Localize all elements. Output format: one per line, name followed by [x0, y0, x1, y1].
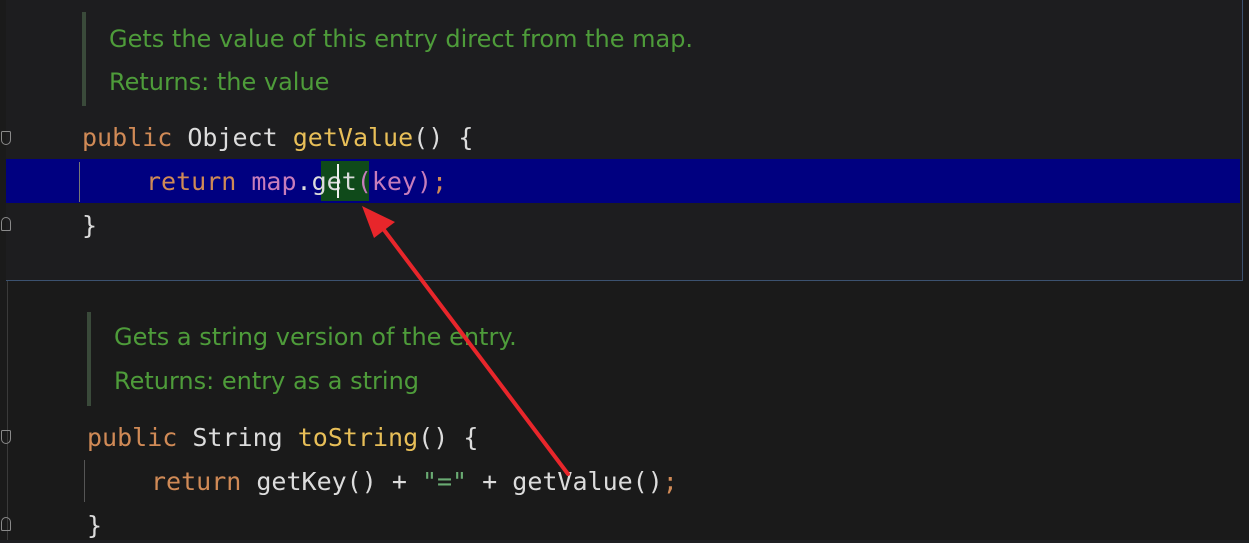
fold-icon[interactable] — [1, 430, 11, 444]
call-getvalue: getValue() — [512, 467, 663, 496]
fold-icon[interactable] — [1, 217, 11, 231]
call-getkey: getKey() — [256, 467, 377, 496]
doc-line-1: Gets a string version of the entry. — [114, 323, 517, 351]
method-get-part: g — [311, 167, 327, 196]
arguments: (key) — [356, 167, 433, 196]
keyword-return: return — [151, 467, 242, 496]
doc-comment-bar — [82, 12, 86, 106]
doc-comment-bar — [87, 312, 91, 406]
fold-icon[interactable] — [1, 517, 11, 531]
code-line-return-map-get[interactable]: return map.get(key); — [146, 165, 447, 199]
doc-line-1: Gets the value of this entry direct from… — [109, 25, 694, 53]
brace: } — [87, 511, 103, 540]
field-map: map — [251, 167, 297, 196]
doc-line-2: Returns: entry as a string — [114, 367, 420, 395]
semicolon: ; — [432, 167, 448, 196]
type-object: Object — [187, 123, 278, 152]
method-get-part: et — [326, 167, 357, 196]
operator-plus: + — [376, 467, 422, 496]
doc-line-2: Returns: the value — [109, 68, 330, 96]
code-line-closing-brace[interactable]: } — [87, 509, 102, 543]
brace: } — [82, 211, 98, 240]
code-line-closing-brace[interactable]: } — [82, 209, 97, 243]
method-getvalue: getValue — [292, 123, 414, 152]
punctuation: () { — [413, 123, 474, 152]
operator-plus: + — [467, 467, 513, 496]
indent-guide — [84, 460, 85, 502]
dot: . — [296, 167, 312, 196]
code-line-return-concat[interactable]: return getKey() + "=" + getValue(); — [151, 465, 678, 499]
text-caret — [337, 164, 339, 198]
semicolon: ; — [662, 467, 678, 496]
code-line-getvalue-signature[interactable]: public Object getValue() { — [82, 121, 473, 155]
method-tostring: toString — [297, 423, 419, 452]
keyword-public: public — [87, 423, 178, 452]
type-string: String — [192, 423, 283, 452]
fold-icon[interactable] — [1, 131, 11, 145]
punctuation: () { — [418, 423, 479, 452]
indent-guide — [79, 162, 80, 202]
keyword-return: return — [146, 167, 237, 196]
string-literal: "=" — [421, 467, 468, 496]
keyword-public: public — [82, 123, 173, 152]
code-line-tostring-signature[interactable]: public String toString() { — [87, 421, 478, 455]
